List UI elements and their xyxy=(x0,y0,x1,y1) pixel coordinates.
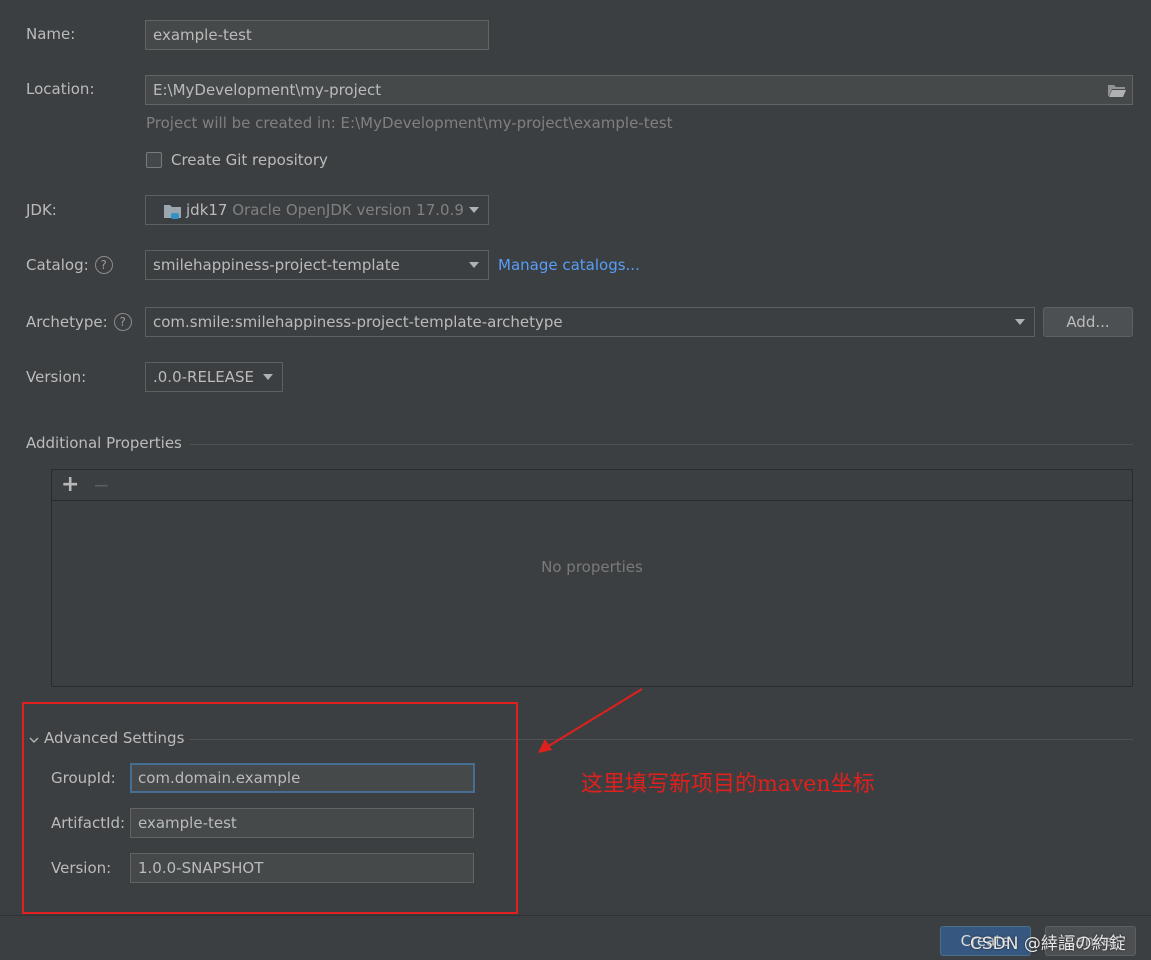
jdk-label: JDK: xyxy=(26,201,57,219)
empty-properties-text: No properties xyxy=(541,558,643,576)
name-input[interactable]: example-test xyxy=(145,20,489,50)
archetype-label-text: Archetype: xyxy=(26,313,108,331)
catalog-combobox[interactable]: smilehappiness-project-template xyxy=(145,250,489,280)
location-value: E:\MyDevelopment\my-project xyxy=(153,81,382,99)
annotation-arrow xyxy=(538,688,643,753)
jdk-combobox[interactable]: jdk17 Oracle OpenJDK version 17.0.9 xyxy=(145,195,489,225)
properties-table[interactable]: + − No properties xyxy=(51,469,1133,687)
additional-properties-title: Additional Properties xyxy=(26,434,182,452)
chevron-down-icon xyxy=(469,207,479,213)
archetype-value: com.smile:smilehappiness-project-templat… xyxy=(153,313,563,331)
git-checkbox[interactable] xyxy=(146,152,162,168)
location-label: Location: xyxy=(26,80,95,98)
annotation-highlight-box xyxy=(22,702,518,914)
archetype-label: Archetype:? xyxy=(26,312,132,332)
properties-toolbar: + − xyxy=(52,470,1132,501)
help-icon[interactable]: ? xyxy=(113,313,132,331)
archetype-combobox[interactable]: com.smile:smilehappiness-project-templat… xyxy=(145,307,1035,337)
section-divider xyxy=(190,444,1133,445)
jdk-detail: Oracle OpenJDK version 17.0.9 xyxy=(232,201,464,219)
version-label: Version: xyxy=(26,368,87,386)
chevron-down-icon xyxy=(1015,319,1025,325)
footer-divider xyxy=(0,915,1151,916)
folder-icon[interactable] xyxy=(1107,83,1127,98)
jdk-name: jdk17 xyxy=(186,201,228,219)
location-hint: Project will be created in: E:\MyDevelop… xyxy=(146,114,673,132)
jdk-folder-icon xyxy=(163,202,183,220)
catalog-value: smilehappiness-project-template xyxy=(153,256,400,274)
add-archetype-button[interactable]: Add... xyxy=(1043,307,1133,337)
git-checkbox-label[interactable]: Create Git repository xyxy=(171,150,328,170)
watermark: CSDN @緈諨の約錠 xyxy=(970,934,1126,954)
catalog-label-text: Catalog: xyxy=(26,256,89,274)
version-combobox[interactable]: .0.0-RELEASE xyxy=(145,362,283,392)
version-value: .0.0-RELEASE xyxy=(153,368,255,386)
remove-property-icon: − xyxy=(93,473,110,497)
help-icon[interactable]: ? xyxy=(94,256,113,274)
catalog-label: Catalog:? xyxy=(26,255,113,275)
chevron-down-icon xyxy=(469,262,479,268)
name-label: Name: xyxy=(26,25,76,43)
location-input[interactable]: E:\MyDevelopment\my-project xyxy=(145,75,1133,105)
chevron-down-icon xyxy=(263,374,273,380)
manage-catalogs-link[interactable]: Manage catalogs... xyxy=(498,256,640,274)
annotation-text: 这里填写新项目的maven坐标 xyxy=(581,772,875,797)
add-property-icon[interactable]: + xyxy=(61,472,79,498)
